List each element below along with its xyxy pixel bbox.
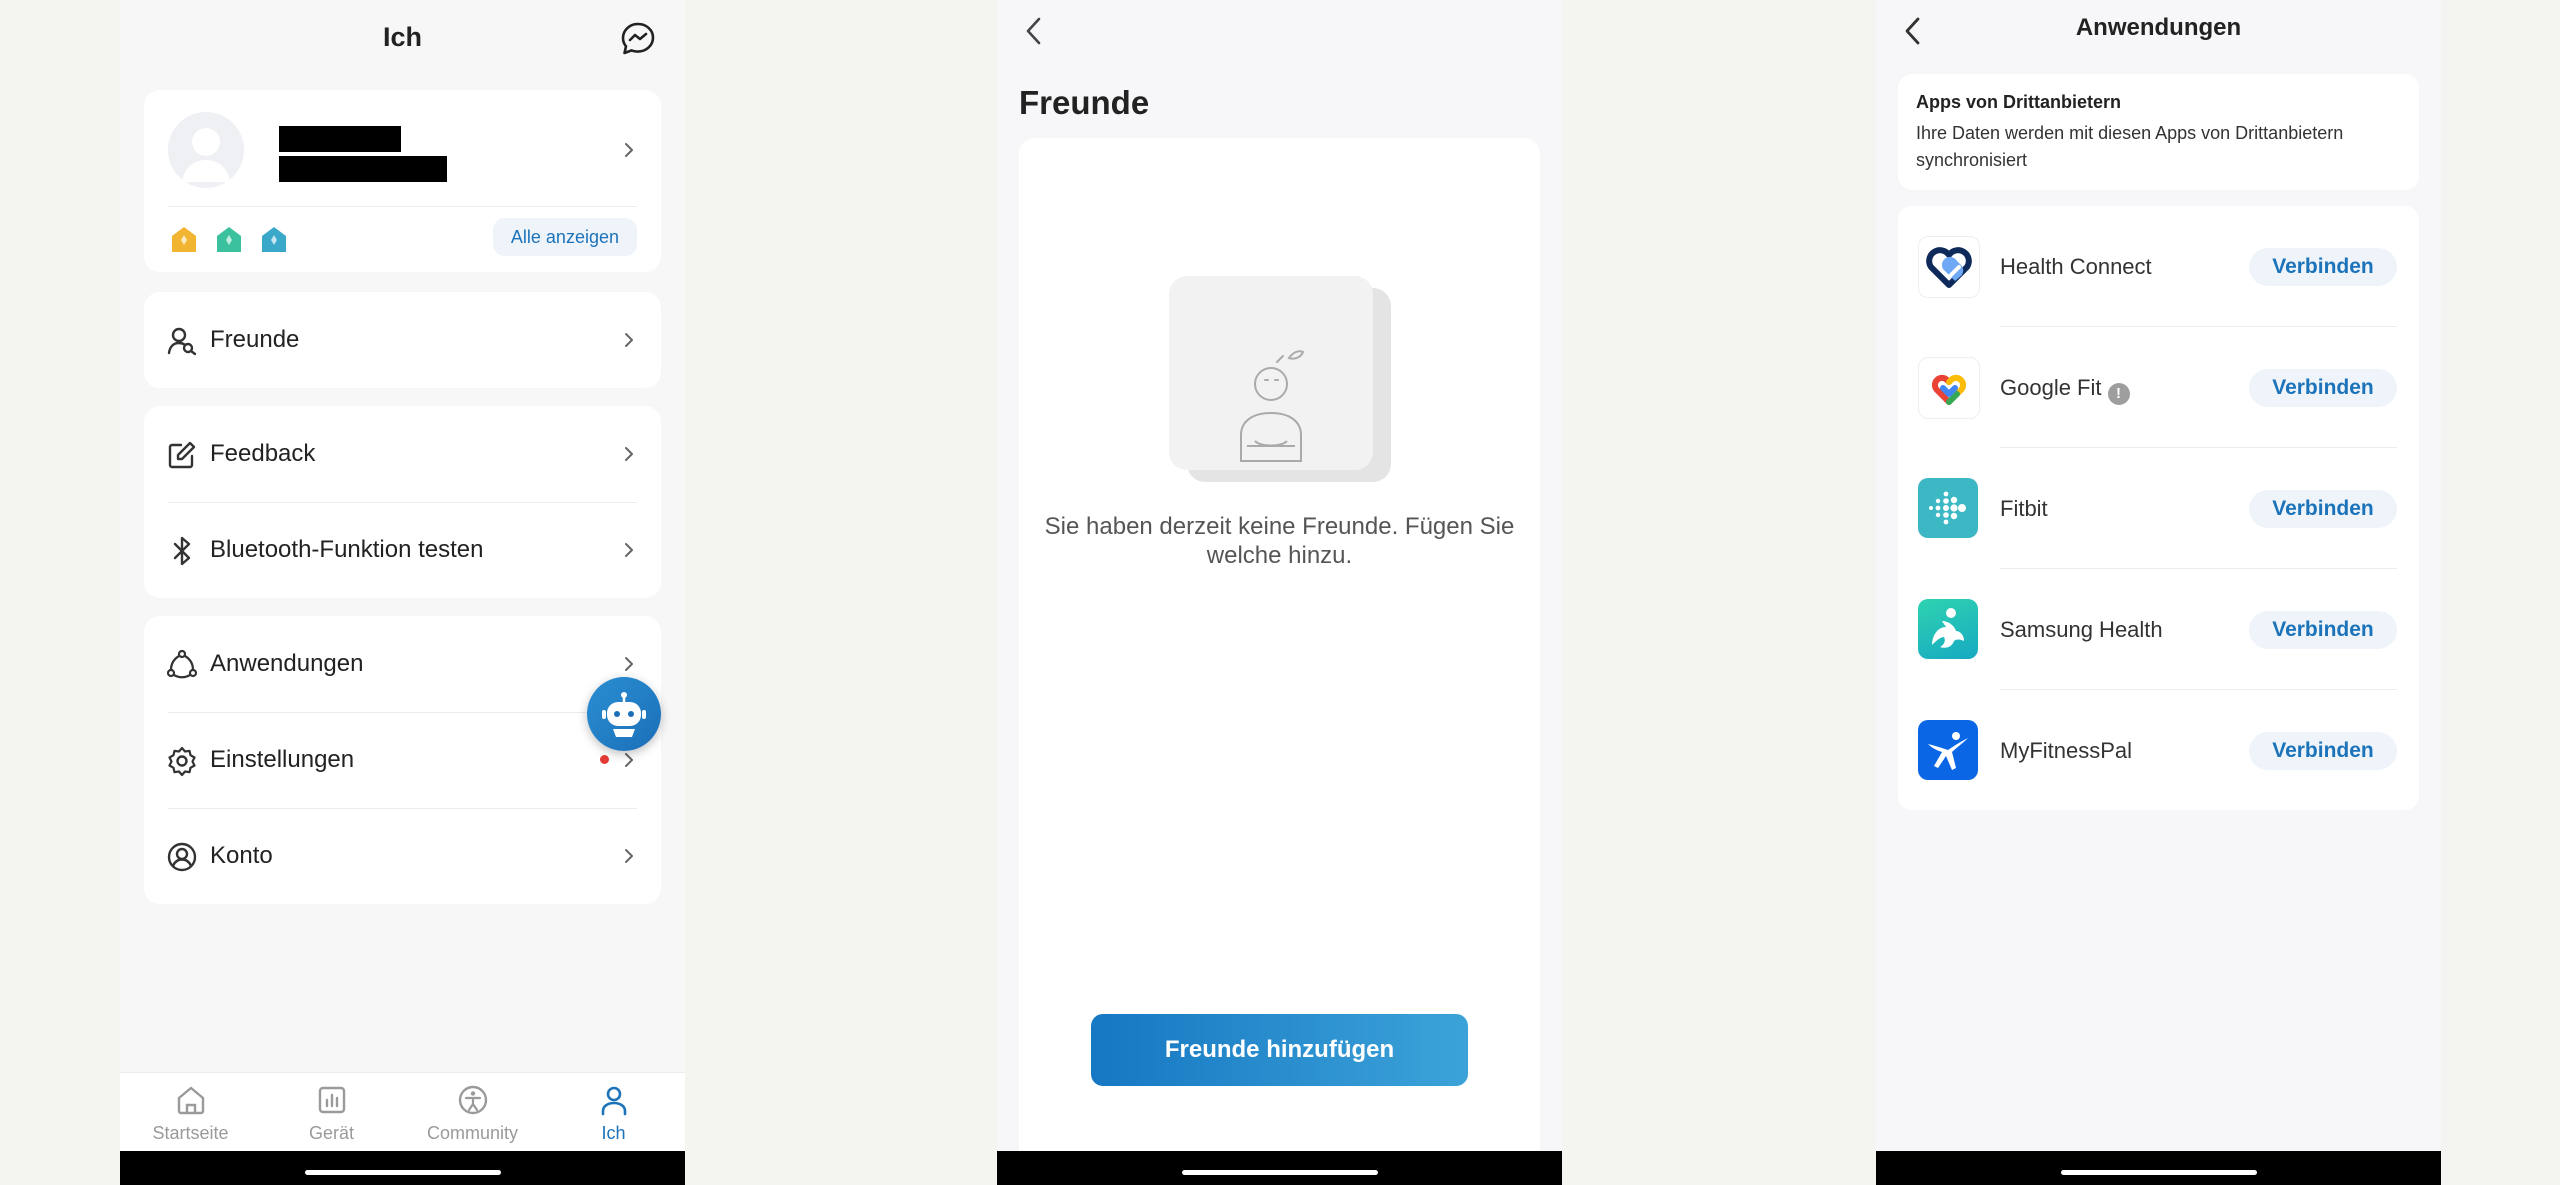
app-row-samsung-health: Samsung Health Verbinden [1898, 569, 2419, 690]
gear-icon [168, 746, 196, 777]
chevron-right-icon [625, 753, 633, 767]
bottom-tab-bar: Startseite Gerät Community Ich [120, 1072, 685, 1151]
tab-label: Ich [601, 1123, 626, 1143]
menu-item-account[interactable]: Konto [144, 808, 661, 904]
fitbit-logo-icon [1918, 478, 1978, 538]
redacted-username [279, 126, 401, 152]
menu-item-feedback[interactable]: Feedback [144, 406, 661, 502]
robot-icon [602, 692, 646, 737]
connect-button[interactable]: Verbinden [2249, 248, 2397, 286]
info-description: Ihre Daten werden mit diesen Apps von Dr… [1916, 123, 2344, 170]
app-name: MyFitnessPal [2000, 738, 2133, 763]
app-name: Google Fit! [2000, 375, 2130, 405]
menu-item-friends[interactable]: Freunde [144, 292, 661, 388]
chevron-right-icon [625, 849, 633, 863]
notification-dot [600, 755, 609, 764]
settings-card: Anwendungen Einstellungen Konto [144, 616, 661, 904]
green-badge-icon [217, 227, 241, 252]
person-icon [601, 1086, 627, 1116]
gold-badge-icon [172, 227, 196, 252]
app-name: Health Connect [2000, 254, 2152, 279]
page-title: Freunde [1019, 84, 1150, 121]
support-card: Feedback Bluetooth-Funktion testen [144, 406, 661, 598]
home-indicator[interactable] [304, 1170, 501, 1175]
connect-button[interactable]: Verbinden [2249, 490, 2397, 528]
tab-community[interactable]: Community [402, 1073, 543, 1151]
menu-item-bluetooth-test[interactable]: Bluetooth-Funktion testen [144, 502, 661, 598]
back-arrow-icon[interactable] [1017, 14, 1051, 48]
message-icon[interactable] [619, 20, 657, 58]
google-fit-logo-icon [1918, 357, 1980, 419]
empty-state-message: Sie haben derzeit keine Freunde. Fügen S… [1044, 513, 1515, 569]
myfitnesspal-logo-icon [1918, 720, 1978, 780]
chevron-right-icon [625, 447, 633, 461]
app-name: Fitbit [2000, 496, 2048, 521]
third-party-info-card: Apps von Drittanbietern Ihre Daten werde… [1898, 74, 2419, 190]
tab-device[interactable]: Gerät [261, 1073, 402, 1151]
friends-list-card: Sie haben derzeit keine Freunde. Fügen S… [1019, 138, 1540, 1151]
community-icon [458, 1085, 488, 1115]
menu-label: Einstellungen [210, 746, 355, 773]
profile-card[interactable]: Alle anzeigen [144, 90, 661, 272]
add-friends-button[interactable]: Freunde hinzufügen [1091, 1014, 1468, 1086]
chevron-right-icon [625, 657, 633, 671]
tab-label: Community [426, 1123, 519, 1143]
health-connect-logo-icon [1918, 236, 1980, 298]
system-nav-bar [120, 1151, 685, 1185]
chevron-right-icon [625, 143, 633, 157]
apps-list: Health Connect Verbinden Google Fit! Ver… [1898, 206, 2419, 810]
app-row-fitbit: Fitbit Verbinden [1898, 448, 2419, 569]
bar-chart-icon [318, 1086, 346, 1114]
default-avatar-icon [182, 128, 230, 182]
app-row-myfitnesspal: MyFitnessPal Verbinden [1898, 690, 2419, 811]
tab-label: Startseite [152, 1123, 229, 1143]
home-indicator[interactable] [1181, 1170, 1378, 1175]
connect-button[interactable]: Verbinden [2249, 611, 2397, 649]
chevron-right-icon [625, 333, 633, 347]
chevron-right-icon [625, 543, 633, 557]
home-icon [177, 1086, 205, 1115]
bluetooth-icon [173, 536, 191, 566]
friends-screen: Freunde Sie haben derzeit keine Freunde.… [997, 0, 1562, 1185]
menu-label: Bluetooth-Funktion testen [210, 536, 484, 563]
page-title: Ich [382, 22, 422, 52]
samsung-health-logo-icon [1918, 599, 1978, 659]
app-row-health-connect: Health Connect Verbinden [1898, 206, 2419, 327]
home-indicator[interactable] [2060, 1170, 2257, 1175]
teal-badge-icon [262, 227, 286, 252]
tab-me[interactable]: Ich [543, 1073, 684, 1151]
edit-icon [168, 441, 196, 469]
friends-card: Freunde [144, 292, 661, 388]
menu-label: Anwendungen [210, 650, 364, 677]
connect-button[interactable]: Verbinden [2249, 369, 2397, 407]
system-nav-bar [997, 1151, 1562, 1185]
menu-item-settings[interactable]: Einstellungen [144, 712, 661, 808]
empty-state-illustration-icon [1169, 276, 1391, 482]
redacted-user-id [279, 156, 447, 182]
info-icon[interactable]: ! [2107, 383, 2130, 405]
tab-home[interactable]: Startseite [120, 1073, 261, 1151]
system-nav-bar [1876, 1151, 2441, 1185]
menu-label: Konto [210, 842, 273, 869]
menu-label: Feedback [210, 440, 316, 467]
page-title: Anwendungen [2075, 14, 2242, 41]
menu-item-apps[interactable]: Anwendungen [144, 616, 661, 712]
tab-label: Gerät [308, 1123, 355, 1143]
app-row-google-fit: Google Fit! Verbinden [1898, 327, 2419, 448]
apps-screen: Anwendungen Apps von Drittanbietern Ihre… [1876, 0, 2441, 1185]
me-screen: Ich Alle anzeigen Freunde Feedback Bluet… [120, 0, 685, 1185]
connect-button[interactable]: Verbinden [2249, 732, 2397, 770]
friends-icon [167, 327, 197, 356]
assistant-bot-button[interactable] [587, 677, 661, 751]
apps-icon [166, 649, 198, 679]
divider [168, 206, 637, 207]
info-title: Apps von Drittanbietern [1916, 92, 2122, 112]
app-name: Samsung Health [2000, 617, 2163, 642]
menu-label: Freunde [210, 326, 300, 353]
account-icon [167, 842, 197, 872]
show-all-badges-button[interactable]: Alle anzeigen [492, 218, 637, 256]
avatar[interactable] [168, 112, 244, 188]
